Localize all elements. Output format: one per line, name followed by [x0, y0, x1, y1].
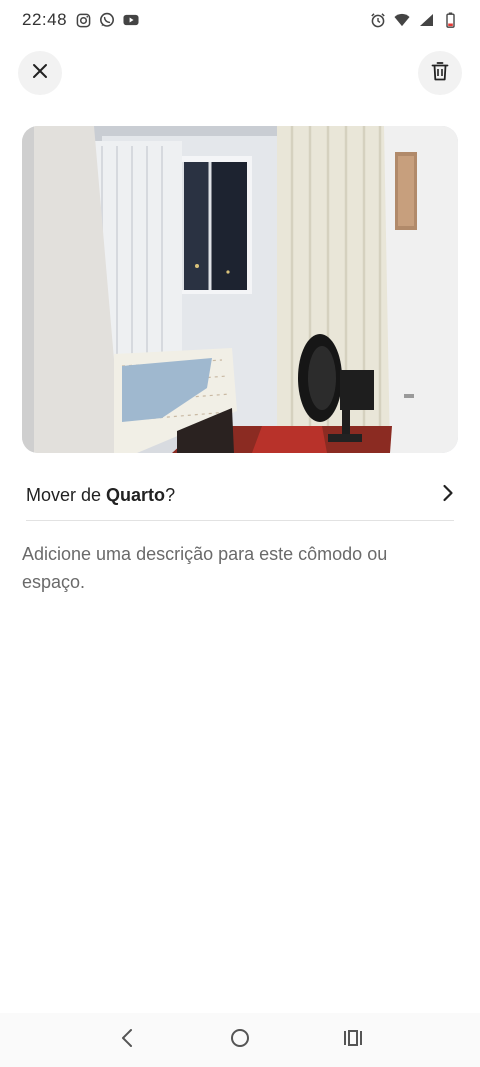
chevron-right-icon: [442, 484, 454, 507]
status-time: 22:48: [22, 10, 68, 29]
battery-icon: [442, 12, 458, 28]
move-room-row[interactable]: Mover de Quarto?: [26, 470, 454, 521]
nav-back-button[interactable]: [103, 1020, 151, 1060]
close-button[interactable]: [18, 51, 62, 95]
signal-icon: [418, 12, 434, 28]
system-nav-bar: [0, 1013, 480, 1067]
status-right: [370, 12, 458, 28]
nav-recents-button[interactable]: [329, 1020, 377, 1060]
alarm-icon: [370, 12, 386, 28]
move-room-suffix: ?: [165, 484, 176, 505]
back-icon: [120, 1028, 134, 1053]
recents-icon: [343, 1029, 363, 1052]
close-icon: [32, 63, 48, 84]
youtube-icon: [123, 12, 139, 28]
delete-button[interactable]: [418, 51, 462, 95]
status-left: 22:48: [22, 10, 139, 30]
nav-home-button[interactable]: [216, 1020, 264, 1060]
move-room-prefix: Mover de: [26, 484, 107, 505]
current-room-name: Quarto: [106, 484, 166, 505]
home-icon: [230, 1028, 250, 1053]
room-photo[interactable]: [22, 126, 458, 453]
description-input[interactable]: Adicione uma descrição para este cômodo …: [22, 540, 442, 596]
instagram-icon: [75, 12, 91, 28]
trash-icon: [431, 61, 449, 86]
move-room-text: Mover de Quarto?: [26, 485, 175, 506]
whatsapp-icon: [99, 12, 115, 28]
wifi-icon: [394, 12, 410, 28]
status-bar: 22:48: [0, 0, 480, 40]
